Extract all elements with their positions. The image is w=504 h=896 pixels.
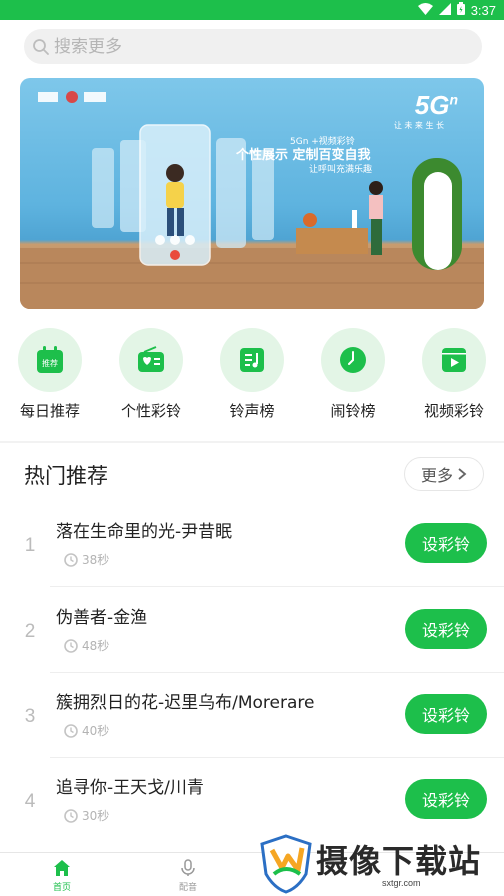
duration: 40秒: [64, 722, 109, 739]
nav-home[interactable]: 首页: [32, 859, 92, 893]
category-label: 个性彩铃: [120, 402, 181, 420]
banner-5g-logo: 5Gn: [414, 90, 458, 120]
set-ringtone-button[interactable]: 设彩铃: [405, 779, 487, 819]
nav-label: 配音: [178, 883, 197, 893]
video-icon: [442, 348, 466, 372]
signal-icon: [438, 2, 451, 19]
watermark-url: sxtgr.com: [382, 878, 421, 888]
search-input[interactable]: [54, 36, 454, 57]
banner-tagline: 让呼叫充满乐趣: [309, 165, 373, 175]
category-alarm-chart[interactable]: 闹铃榜: [303, 328, 403, 421]
set-ringtone-button[interactable]: 设彩铃: [405, 609, 487, 649]
search-bar[interactable]: [24, 29, 482, 64]
clock-icon: [64, 552, 78, 567]
category-label: 铃声榜: [229, 402, 275, 420]
list-item[interactable]: 1 落在生命里的光-尹昔眠 38秒 设彩铃: [0, 501, 504, 587]
watermark: 摄像下载站 sxtgr.com: [258, 832, 504, 896]
set-ringtone-button[interactable]: 设彩铃: [405, 694, 487, 734]
duration: 48秒: [64, 637, 109, 654]
duration: 38秒: [64, 551, 109, 568]
duration-text: 38秒: [82, 553, 110, 567]
list-item[interactable]: 2 伪善者-金渔 48秒 设彩铃: [0, 587, 504, 673]
nav-label: 首页: [52, 883, 71, 893]
song-title: 伪善者-金渔: [56, 608, 148, 628]
category-label: 闹铃榜: [330, 402, 376, 420]
duration-text: 30秒: [82, 809, 110, 823]
calendar-badge-text: 推荐: [42, 358, 58, 368]
more-label: 更多: [420, 466, 453, 485]
set-ringtone-button[interactable]: 设彩铃: [405, 523, 487, 563]
duration-text: 40秒: [82, 724, 110, 738]
banner-5g-slogan: 让 未 来 生 长: [393, 121, 444, 130]
category-shortcuts: 推荐 每日推荐 个性彩铃 铃声榜 闹铃榜 视频彩铃: [0, 328, 504, 424]
section-divider: [0, 441, 504, 443]
clock-icon: [64, 723, 78, 738]
list-item[interactable]: 4 追寻你-王天戈/川青 30秒 设彩铃: [0, 757, 504, 843]
status-bar: 3:37: [0, 0, 504, 20]
chevron-right-icon: [458, 468, 467, 480]
rank-number: 1: [24, 535, 36, 556]
category-daily-recommend[interactable]: 推荐 每日推荐: [0, 328, 100, 421]
section-title: 热门推荐: [24, 464, 108, 488]
duration-text: 48秒: [82, 639, 110, 653]
microphone-icon: [181, 859, 195, 876]
clock-icon: [64, 808, 78, 823]
banner-headline: 个性展示 定制百变自我: [236, 148, 371, 163]
promo-banner[interactable]: 5Gn 让 未 来 生 长 5Gn +视频彩铃 个性展示 定制百变自我 让呼叫充…: [20, 78, 484, 309]
watermark-text: 摄像下载站: [316, 842, 482, 880]
radio-icon: [138, 346, 164, 372]
category-personal-ringtone[interactable]: 个性彩铃: [101, 328, 201, 421]
song-title: 簇拥烈日的花-迟里乌布/Morerare: [56, 693, 315, 713]
category-label: 每日推荐: [19, 402, 80, 420]
battery-icon: [456, 2, 465, 19]
music-list-icon: [240, 348, 264, 372]
more-button[interactable]: 更多: [404, 457, 484, 491]
rank-number: 3: [24, 706, 36, 727]
duration: 30秒: [64, 807, 109, 824]
calendar-recommend-icon: 推荐: [37, 346, 63, 373]
category-video-ringtone[interactable]: 视频彩铃: [404, 328, 504, 421]
status-icons: 3:37: [417, 2, 496, 19]
status-time: 3:37: [470, 3, 496, 18]
list-item[interactable]: 3 簇拥烈日的花-迟里乌布/Morerare 40秒 设彩铃: [0, 672, 504, 758]
rank-number: 2: [24, 621, 36, 642]
wifi-icon: [417, 2, 433, 19]
song-title: 追寻你-王天戈/川青: [56, 778, 204, 798]
clock-icon: [64, 638, 78, 653]
category-ringtone-chart[interactable]: 铃声榜: [202, 328, 302, 421]
rank-number: 4: [24, 791, 36, 812]
watermark-logo-icon: [260, 834, 312, 894]
home-icon: [54, 860, 70, 876]
clock-icon: [340, 347, 366, 373]
category-label: 视频彩铃: [423, 402, 484, 420]
song-title: 落在生命里的光-尹昔眠: [56, 522, 233, 542]
search-icon: [33, 38, 49, 55]
nav-dubbing[interactable]: 配音: [158, 859, 218, 893]
